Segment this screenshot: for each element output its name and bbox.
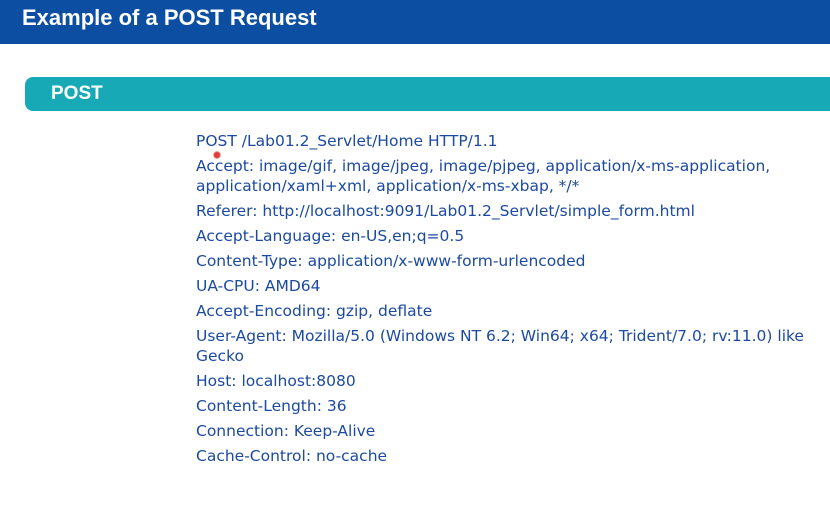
accept-encoding-header: Accept-Encoding: gzip, deflate (196, 302, 433, 320)
connection-header: Connection: Keep-Alive (196, 422, 376, 440)
referer-header: Referer: http://localhost:9091/Lab01.2_S… (196, 202, 695, 220)
content-length-header: Content-Length: 36 (196, 397, 347, 415)
ua-cpu-header: UA-CPU: AMD64 (196, 277, 321, 295)
content-type-header: Content-Type: application/x-www-form-url… (196, 252, 586, 270)
host-header: Host: localhost:8080 (196, 372, 356, 390)
user-agent-header: User-Agent: Mozilla/5.0 (Windows NT 6.2;… (196, 327, 804, 365)
request-line: POST /Lab01.2_Servlet/Home HTTP/1.1 (196, 132, 498, 150)
accept-language-header: Accept-Language: en-US,en;q=0.5 (196, 227, 465, 245)
laser-pointer-icon (213, 151, 221, 159)
section-label: POST (51, 83, 103, 104)
cache-control-header: Cache-Control: no-cache (196, 447, 388, 465)
accept-header: Accept: image/gif, image/jpeg, image/pjp… (196, 157, 771, 195)
slide-title: Example of a POST Request (22, 5, 317, 30)
slide: Example of a POST Request POST POST /Lab… (0, 0, 830, 507)
title-bar: Example of a POST Request (0, 0, 830, 44)
http-request-block: POST /Lab01.2_Servlet/Home HTTP/1.1 Acce… (196, 131, 816, 471)
section-banner: POST (25, 77, 830, 111)
